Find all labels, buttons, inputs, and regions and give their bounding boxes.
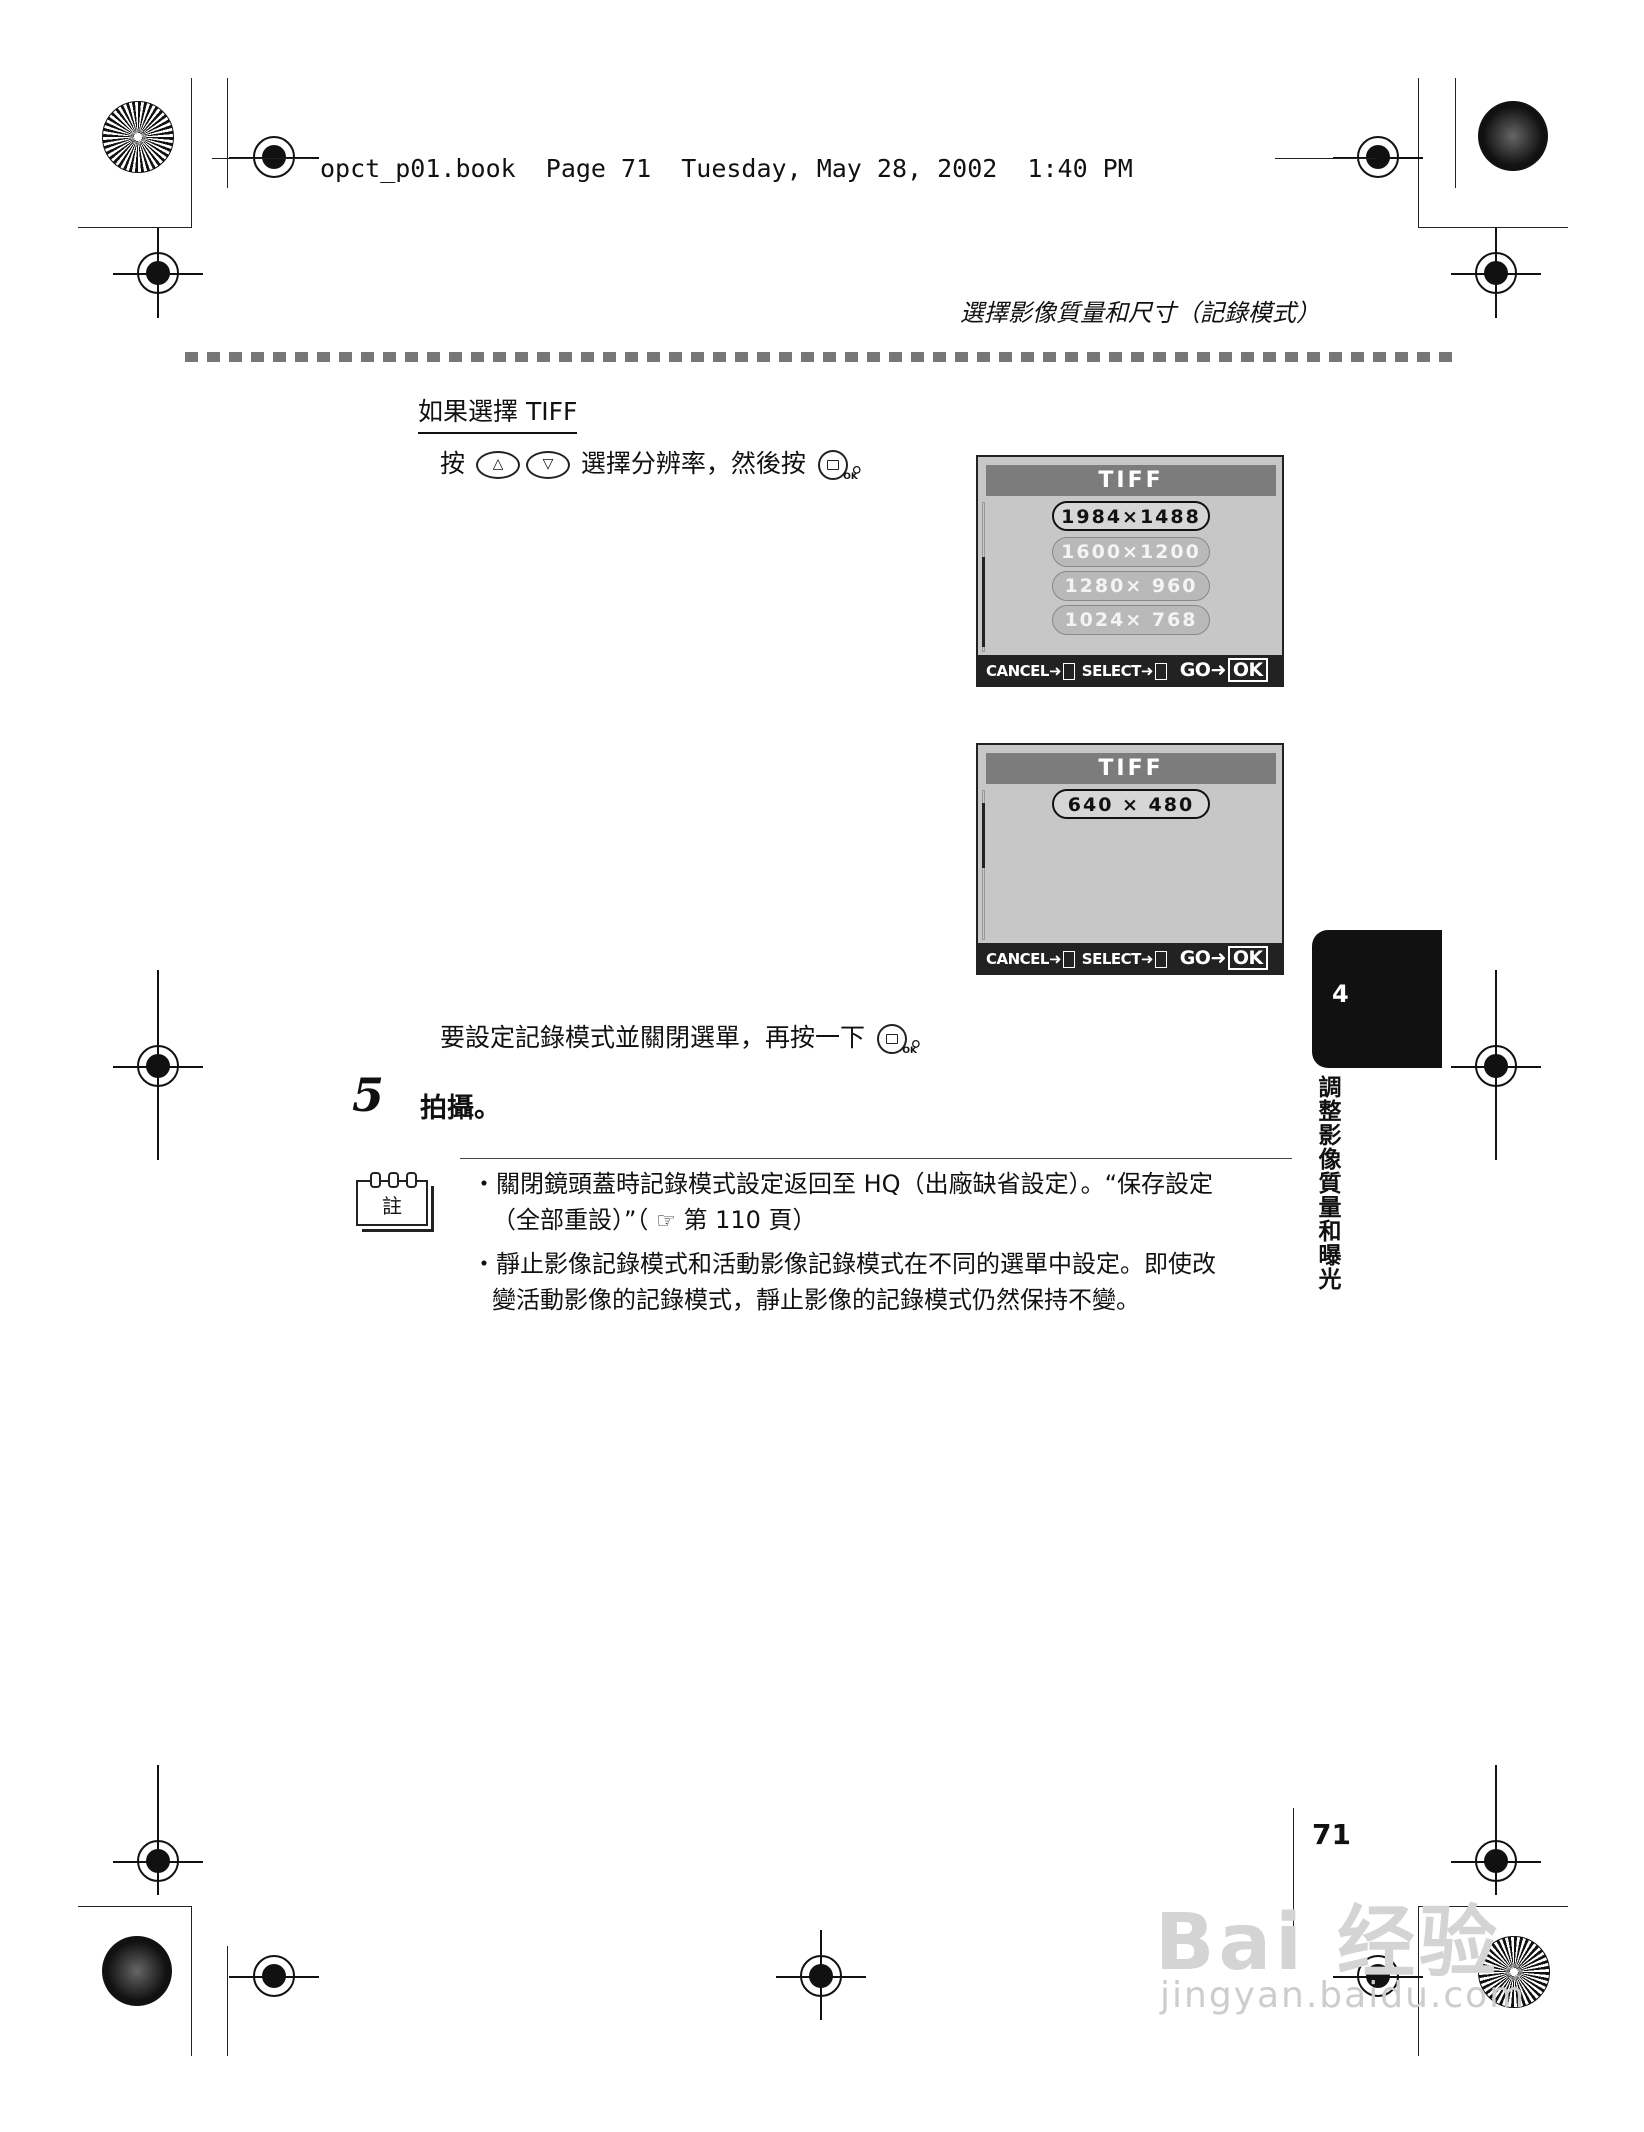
note-ring — [388, 1172, 399, 1188]
footer-ok: OK — [1227, 658, 1268, 682]
step-text: 拍攝。 — [420, 1093, 501, 1124]
chapter-tab[interactable]: 4 — [1312, 930, 1442, 1068]
registration-cross — [229, 136, 319, 178]
confirm-line: 要設定記錄模式並關閉選單，再按一下 OK。 — [440, 1018, 936, 1056]
registration-cross — [157, 228, 159, 318]
chapter-number: 4 — [1332, 980, 1349, 1008]
registration-cross — [1495, 970, 1497, 1160]
ok-button-icon: OK — [876, 1024, 917, 1056]
registration-cross — [229, 1955, 319, 1997]
left-button-icon — [1063, 951, 1076, 968]
registration-cross — [157, 970, 159, 1160]
bullet: ・ — [472, 1250, 496, 1278]
instruction-pre: 按 — [440, 449, 466, 478]
screen-title: TIFF — [986, 753, 1276, 784]
watermark-url: jingyan.baidu.com — [1160, 1975, 1527, 2016]
resolution-option[interactable]: 1984×1488 — [1052, 501, 1210, 531]
slug-rule-right — [1275, 158, 1375, 159]
crop-line — [1418, 227, 1568, 228]
note-text: 靜止影像記錄模式和活動影像記錄模式在不同的選單中設定。即使改 — [496, 1250, 1216, 1278]
slug-rule-left — [212, 158, 312, 159]
registration-disc-top-right — [1478, 101, 1548, 171]
footer-go: GO➜ — [1179, 659, 1227, 681]
scrollbar-thumb — [982, 803, 985, 868]
registration-sunburst-top-left — [102, 101, 174, 173]
crop-line — [1455, 78, 1456, 188]
registration-cross — [820, 1930, 822, 2020]
pointing-hand-icon: ☞ — [656, 1209, 676, 1234]
footer-ok: OK — [1227, 946, 1268, 970]
instruction-mid: 選擇分辨率，然後按 — [580, 449, 806, 478]
registration-disc-bottom-left — [102, 1936, 172, 2006]
crop-line — [191, 1906, 192, 2056]
note-item: ・關閉鏡頭蓋時記錄模式設定返回至 HQ（出廠缺省設定）。“保存設定 （全部重設）… — [472, 1166, 1216, 1318]
note-icon-label: 註 — [382, 1194, 402, 1218]
left-button-icon — [1063, 663, 1076, 680]
note-item-line: 變活動影像的記錄模式，靜止影像的記錄模式仍然保持不變。 — [472, 1282, 1216, 1318]
crop-line — [227, 1946, 228, 2056]
registration-cross — [1495, 1765, 1497, 1895]
up-down-button-icon — [1154, 663, 1167, 680]
crop-line — [227, 78, 228, 188]
up-down-button-icon — [1154, 951, 1167, 968]
note-reference[interactable]: 第 110 頁） — [683, 1206, 816, 1234]
note-item-line: ・靜止影像記錄模式和活動影像記錄模式在不同的選單中設定。即使改 — [472, 1246, 1216, 1282]
print-slug: opct_p01.book Page 71 Tuesday, May 28, 2… — [320, 154, 1133, 183]
registration-cross — [157, 1765, 159, 1895]
section-heading-text: 如果選擇 TIFF — [418, 397, 578, 426]
note-item-line: ・關閉鏡頭蓋時記錄模式設定返回至 HQ（出廠缺省設定）。“保存設定 — [472, 1166, 1216, 1202]
down-arrow-button-icon: ▽ — [525, 451, 570, 479]
note-rule — [460, 1158, 1292, 1159]
section-heading: 如果選擇 TIFF — [418, 392, 578, 434]
note-icon: 註 — [356, 1172, 436, 1232]
resolution-option[interactable]: 1280× 960 — [1052, 571, 1210, 601]
header-divider — [185, 352, 1455, 362]
ok-button-icon: OK — [817, 450, 858, 482]
note-ring — [370, 1172, 381, 1188]
bullet: ・ — [472, 1170, 496, 1198]
resolution-option[interactable]: 640 × 480 — [1052, 789, 1210, 819]
note-text: 變活動影像的記錄模式，靜止影像的記錄模式仍然保持不變。 — [492, 1286, 1140, 1314]
confirm-text: 要設定記錄模式並關閉選單，再按一下 — [440, 1023, 866, 1052]
crop-line — [78, 1906, 192, 1907]
running-head: 選擇影像質量和尺寸（記錄模式） — [960, 299, 1320, 327]
footer-cancel: CANCEL➜ — [986, 950, 1062, 968]
scrollbar-thumb — [982, 557, 985, 647]
page-number: 71 — [1312, 1818, 1351, 1851]
camera-screen-tiff-640: TIFF 640 × 480 CANCEL➜ SELECT➜ GO➜ OK — [976, 743, 1284, 975]
chapter-title: 調整影像質量和曝光 — [1314, 1075, 1340, 1291]
note-item-line: （全部重設）”（ ☞ 第 110 頁） — [472, 1202, 1216, 1240]
footer-select: SELECT➜ — [1081, 662, 1154, 680]
footer-select: SELECT➜ — [1081, 950, 1154, 968]
camera-screen-tiff-resolutions: TIFF 1984×1488 1600×1200 1280× 960 1024×… — [976, 455, 1284, 687]
footer-cancel: CANCEL➜ — [986, 662, 1062, 680]
step-number: 5 — [352, 1068, 385, 1122]
registration-cross — [1333, 136, 1423, 178]
registration-cross — [1495, 228, 1497, 318]
note-ring — [406, 1172, 417, 1188]
screen-title: TIFF — [986, 465, 1276, 496]
note-text: 關閉鏡頭蓋時記錄模式設定返回至 HQ（出廠缺省設定）。“保存設定 — [496, 1170, 1213, 1198]
resolution-option[interactable]: 1600×1200 — [1052, 537, 1210, 567]
crop-line — [78, 227, 192, 228]
up-arrow-button-icon: △ — [475, 451, 520, 479]
resolution-option[interactable]: 1024× 768 — [1052, 605, 1210, 635]
instruction-line: 按 △ ▽ 選擇分辨率，然後按 OK。 — [440, 444, 877, 482]
crop-line — [191, 78, 192, 228]
crop-line — [1418, 78, 1419, 228]
note-text: （全部重設）”（ — [492, 1206, 649, 1234]
screen-footer: CANCEL➜ SELECT➜ GO➜ OK — [978, 943, 1282, 973]
screen-footer: CANCEL➜ SELECT➜ GO➜ OK — [978, 655, 1282, 685]
footer-go: GO➜ — [1179, 947, 1227, 969]
